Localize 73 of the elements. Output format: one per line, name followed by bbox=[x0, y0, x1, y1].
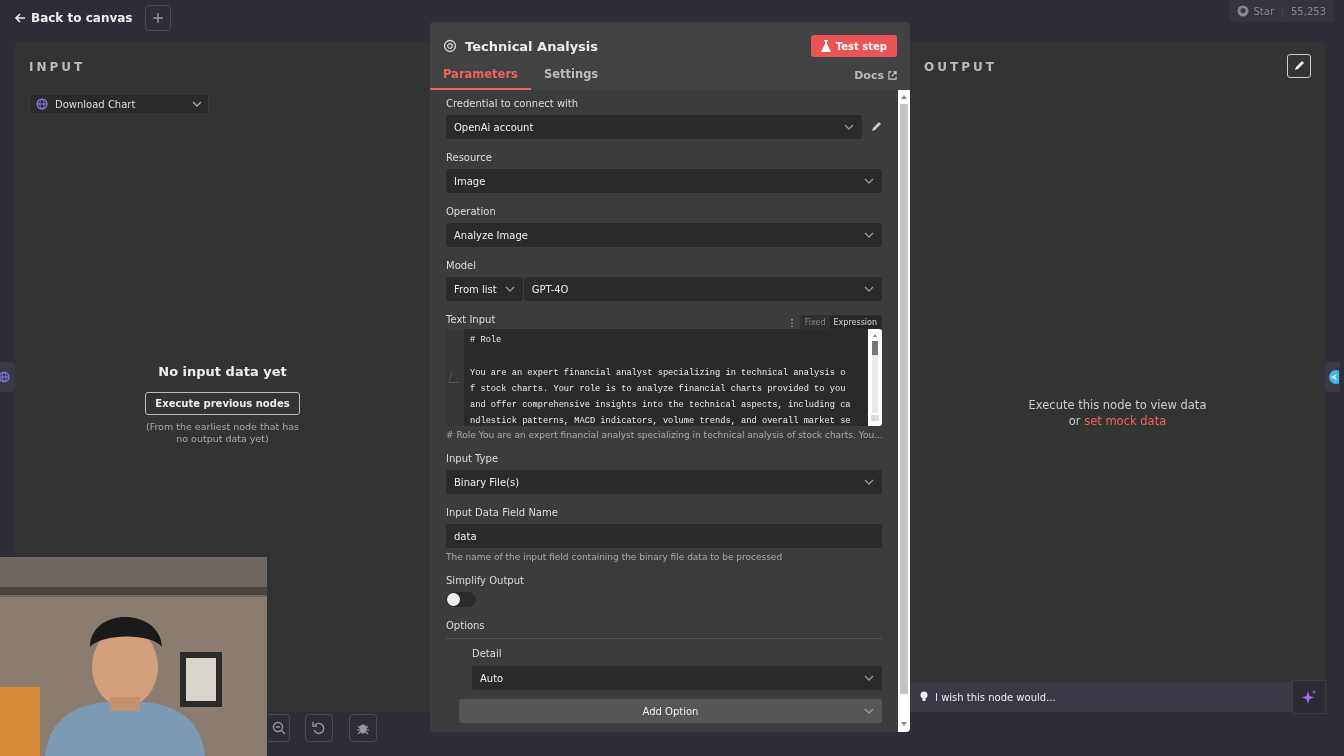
test-step-button[interactable]: Test step bbox=[810, 35, 897, 57]
mode-toggle[interactable]: Expression bbox=[829, 316, 881, 329]
back-link[interactable]: Back to canvas bbox=[14, 11, 133, 25]
panel-title: OUTPUT bbox=[924, 60, 997, 74]
undo-button[interactable] bbox=[305, 714, 333, 742]
hint-text: (From the earliest node that has no output data yet) bbox=[144, 421, 301, 445]
code-editor[interactable] bbox=[446, 329, 882, 426]
select-field[interactable]: OpenAi account bbox=[446, 115, 862, 139]
node-select[interactable]: Download Chart bbox=[29, 93, 209, 115]
tab[interactable]: Settings bbox=[543, 67, 612, 90]
chevron-down-icon bbox=[192, 101, 202, 107]
field-label: Simplify Output bbox=[446, 575, 525, 588]
node-title: Technical Analysis bbox=[465, 38, 599, 54]
feedback-link[interactable]: I wish this node would... bbox=[920, 691, 1056, 703]
empty-title: No input data yet bbox=[158, 364, 287, 379]
docs-link[interactable]: Docs bbox=[854, 69, 897, 90]
select-field[interactable]: From list bbox=[446, 277, 523, 301]
field-label: Input Data Field Name bbox=[446, 507, 559, 520]
expression-preview: # Role You are an expert financial analyst specializing in technical analysis of stock charts. You... bbox=[446, 430, 882, 440]
chevron-down-icon bbox=[864, 675, 874, 681]
plus-icon bbox=[151, 12, 164, 24]
select-field[interactable]: Analyze Image bbox=[446, 223, 882, 247]
zoom-out-icon bbox=[272, 721, 286, 735]
debug-button[interactable] bbox=[349, 714, 377, 742]
chevron-down-icon bbox=[864, 286, 874, 292]
side-tab[interactable] bbox=[1325, 362, 1340, 392]
pencil-icon bbox=[1293, 60, 1305, 72]
undo-icon bbox=[312, 721, 326, 735]
chevron-down-icon bbox=[864, 479, 874, 485]
arrow-left-icon bbox=[14, 12, 26, 24]
github-star-button[interactable]: Star bbox=[1229, 5, 1282, 17]
field-label: Input Type bbox=[446, 453, 500, 466]
select-field[interactable]: Binary File(s) bbox=[446, 470, 882, 494]
mock-data-link[interactable]: set mock data bbox=[1084, 414, 1167, 428]
select-field[interactable]: Auto bbox=[472, 666, 882, 690]
pencil-icon[interactable] bbox=[870, 121, 882, 133]
add-option-button[interactable]: Add Option bbox=[459, 699, 882, 723]
field-label: Resource bbox=[446, 152, 493, 165]
ai-assistant-button[interactable] bbox=[1292, 680, 1326, 714]
add-button[interactable] bbox=[144, 5, 171, 31]
field-label: Detail bbox=[472, 648, 503, 661]
sparkle-icon bbox=[1301, 689, 1317, 705]
field-hint: The name of the input field containing the binary file data to be processed bbox=[446, 552, 784, 562]
globe-icon bbox=[36, 98, 48, 110]
empty-message: Execute this node to view data or set mock data bbox=[1028, 397, 1207, 429]
chevron-down-icon bbox=[844, 124, 854, 130]
field-label: Options bbox=[446, 620, 882, 639]
select-field[interactable]: Image bbox=[446, 169, 882, 193]
globe-icon bbox=[0, 370, 12, 384]
zoom-out-button[interactable] bbox=[268, 714, 290, 742]
select-field[interactable]: GPT-4O bbox=[523, 277, 882, 301]
chevron-down-icon bbox=[864, 232, 874, 238]
github-icon bbox=[1237, 5, 1250, 17]
panel-title: INPUT bbox=[29, 60, 86, 74]
toggle-switch[interactable] bbox=[446, 592, 476, 607]
openai-logo-icon bbox=[443, 39, 457, 53]
field-label: Text Input bbox=[446, 314, 496, 327]
chevron-down-icon bbox=[864, 708, 874, 714]
star-count: 55,253 bbox=[1282, 5, 1334, 17]
chevron-down-icon bbox=[864, 178, 874, 184]
field-label: Credential to connect with bbox=[446, 98, 580, 111]
flask-icon bbox=[820, 40, 831, 52]
code-text: # Role You are an expert financial analyst specializing in technical analysis o f stock charts. Your role is to analyze financial charts provided to you and offer comprehensive insights into the technical aspects, including ca ndlestick patterns, MACD indicators, volume trends, and overall market se bbox=[470, 334, 852, 426]
more-vertical-icon[interactable] bbox=[789, 317, 794, 328]
lightbulb-icon bbox=[920, 691, 928, 703]
external-link-icon bbox=[888, 71, 897, 80]
edit-button[interactable] bbox=[1287, 54, 1311, 78]
field-label: Operation bbox=[446, 206, 497, 219]
text-input-field[interactable]: data bbox=[446, 524, 882, 548]
field-label: Model bbox=[446, 260, 478, 273]
execute-button[interactable]: Execute previous nodes bbox=[145, 392, 300, 415]
chevron-down-icon bbox=[504, 286, 515, 292]
mode-toggle[interactable]: Fixed bbox=[800, 316, 830, 329]
